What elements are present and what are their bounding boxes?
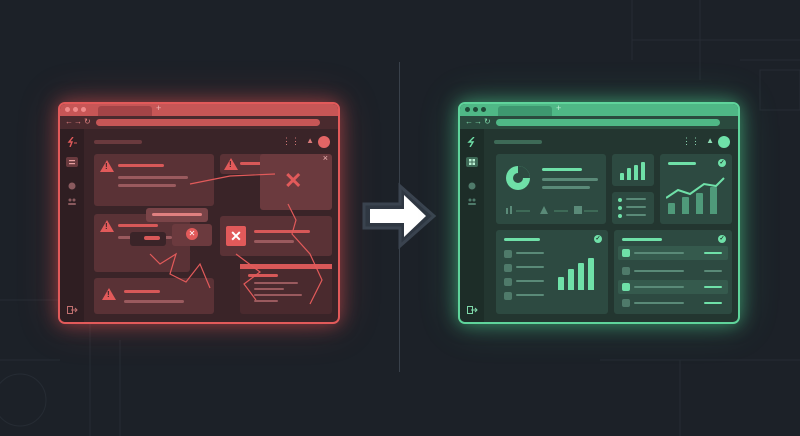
checklist-card: ✓ [496, 230, 608, 314]
sidebar [460, 129, 484, 322]
check-icon: ✓ [718, 235, 726, 243]
arrow-right-icon [362, 182, 437, 250]
bar [704, 302, 722, 304]
crack-lines [149, 173, 323, 305]
bar-chart-icon [558, 258, 598, 290]
refresh-button[interactable]: ↻ [484, 117, 491, 126]
bar-chart-icon [620, 162, 648, 180]
page-heading-placeholder [494, 140, 542, 144]
row-icon [622, 283, 630, 291]
pie-chart-card [496, 154, 606, 224]
bar [626, 198, 646, 200]
task-list-card: ✓ [614, 230, 732, 314]
row-icon [504, 292, 512, 300]
bar [626, 214, 646, 216]
avatar[interactable] [718, 136, 730, 148]
list-item[interactable] [618, 246, 728, 260]
bar [516, 280, 544, 282]
bar [634, 165, 638, 180]
row-icon [622, 267, 630, 275]
row-icon [622, 299, 630, 307]
logout-icon[interactable] [466, 305, 478, 315]
dashboard-icon[interactable] [466, 157, 478, 167]
bar [634, 302, 684, 304]
bullet [618, 206, 622, 210]
address-bar[interactable] [496, 119, 720, 126]
bar [704, 252, 722, 254]
address-bar-row: ← → ↻ [460, 116, 738, 129]
bell-icon[interactable]: ▲ [706, 136, 714, 145]
bar [634, 252, 684, 254]
bar [542, 186, 590, 189]
check-icon: ✓ [718, 159, 726, 167]
bar [622, 238, 662, 241]
new-tab-button[interactable]: + [556, 104, 561, 113]
apps-grid-icon[interactable]: ⋮⋮ [682, 136, 700, 147]
bullet [618, 198, 622, 202]
bar [542, 168, 582, 171]
users-icon[interactable] [466, 197, 478, 207]
bullet [618, 214, 622, 218]
broken-browser-window: + ← → ↻ ⋮⋮ ▲ × ✕ ✕ [58, 102, 340, 324]
list-item[interactable] [618, 264, 728, 278]
bar [504, 238, 540, 241]
title-bar: + [460, 104, 738, 116]
bar [634, 286, 684, 288]
bar [641, 162, 645, 180]
bar [634, 270, 684, 272]
window-dot[interactable] [473, 107, 478, 112]
window-dot[interactable] [481, 107, 486, 112]
bar [516, 266, 544, 268]
list-item[interactable] [618, 280, 728, 294]
logo-icon [467, 137, 475, 147]
bar [588, 258, 594, 290]
line-chart-card: ✓ [660, 154, 732, 224]
bar [558, 277, 564, 290]
row-icon [504, 264, 512, 272]
bar [704, 270, 722, 272]
fixed-browser-window: + ← → ↻ ⋮⋮ ▲ ✓ ✓ ✓ [458, 102, 740, 324]
line-chart-icon [666, 177, 725, 199]
bar [626, 206, 646, 208]
mini-stats-icons [506, 206, 598, 214]
bar [668, 162, 696, 165]
row-icon [504, 278, 512, 286]
chat-icon[interactable] [466, 181, 478, 191]
check-icon: ✓ [594, 235, 602, 243]
row-icon [622, 249, 630, 257]
bar [542, 178, 598, 181]
row-icon [504, 250, 512, 258]
pie-chart-icon [506, 166, 530, 190]
bar [568, 269, 574, 290]
list-item[interactable] [618, 296, 728, 310]
bar [516, 252, 544, 254]
bar [620, 173, 624, 180]
bar [516, 294, 544, 296]
bar-chart-card [612, 154, 654, 186]
browser-tab[interactable] [498, 106, 552, 116]
list-card [612, 192, 654, 224]
forward-button[interactable]: → [474, 117, 482, 126]
bar [627, 168, 631, 180]
back-button[interactable]: ← [465, 117, 473, 126]
window-dot[interactable] [465, 107, 470, 112]
bar [578, 263, 584, 290]
bar [704, 286, 722, 288]
